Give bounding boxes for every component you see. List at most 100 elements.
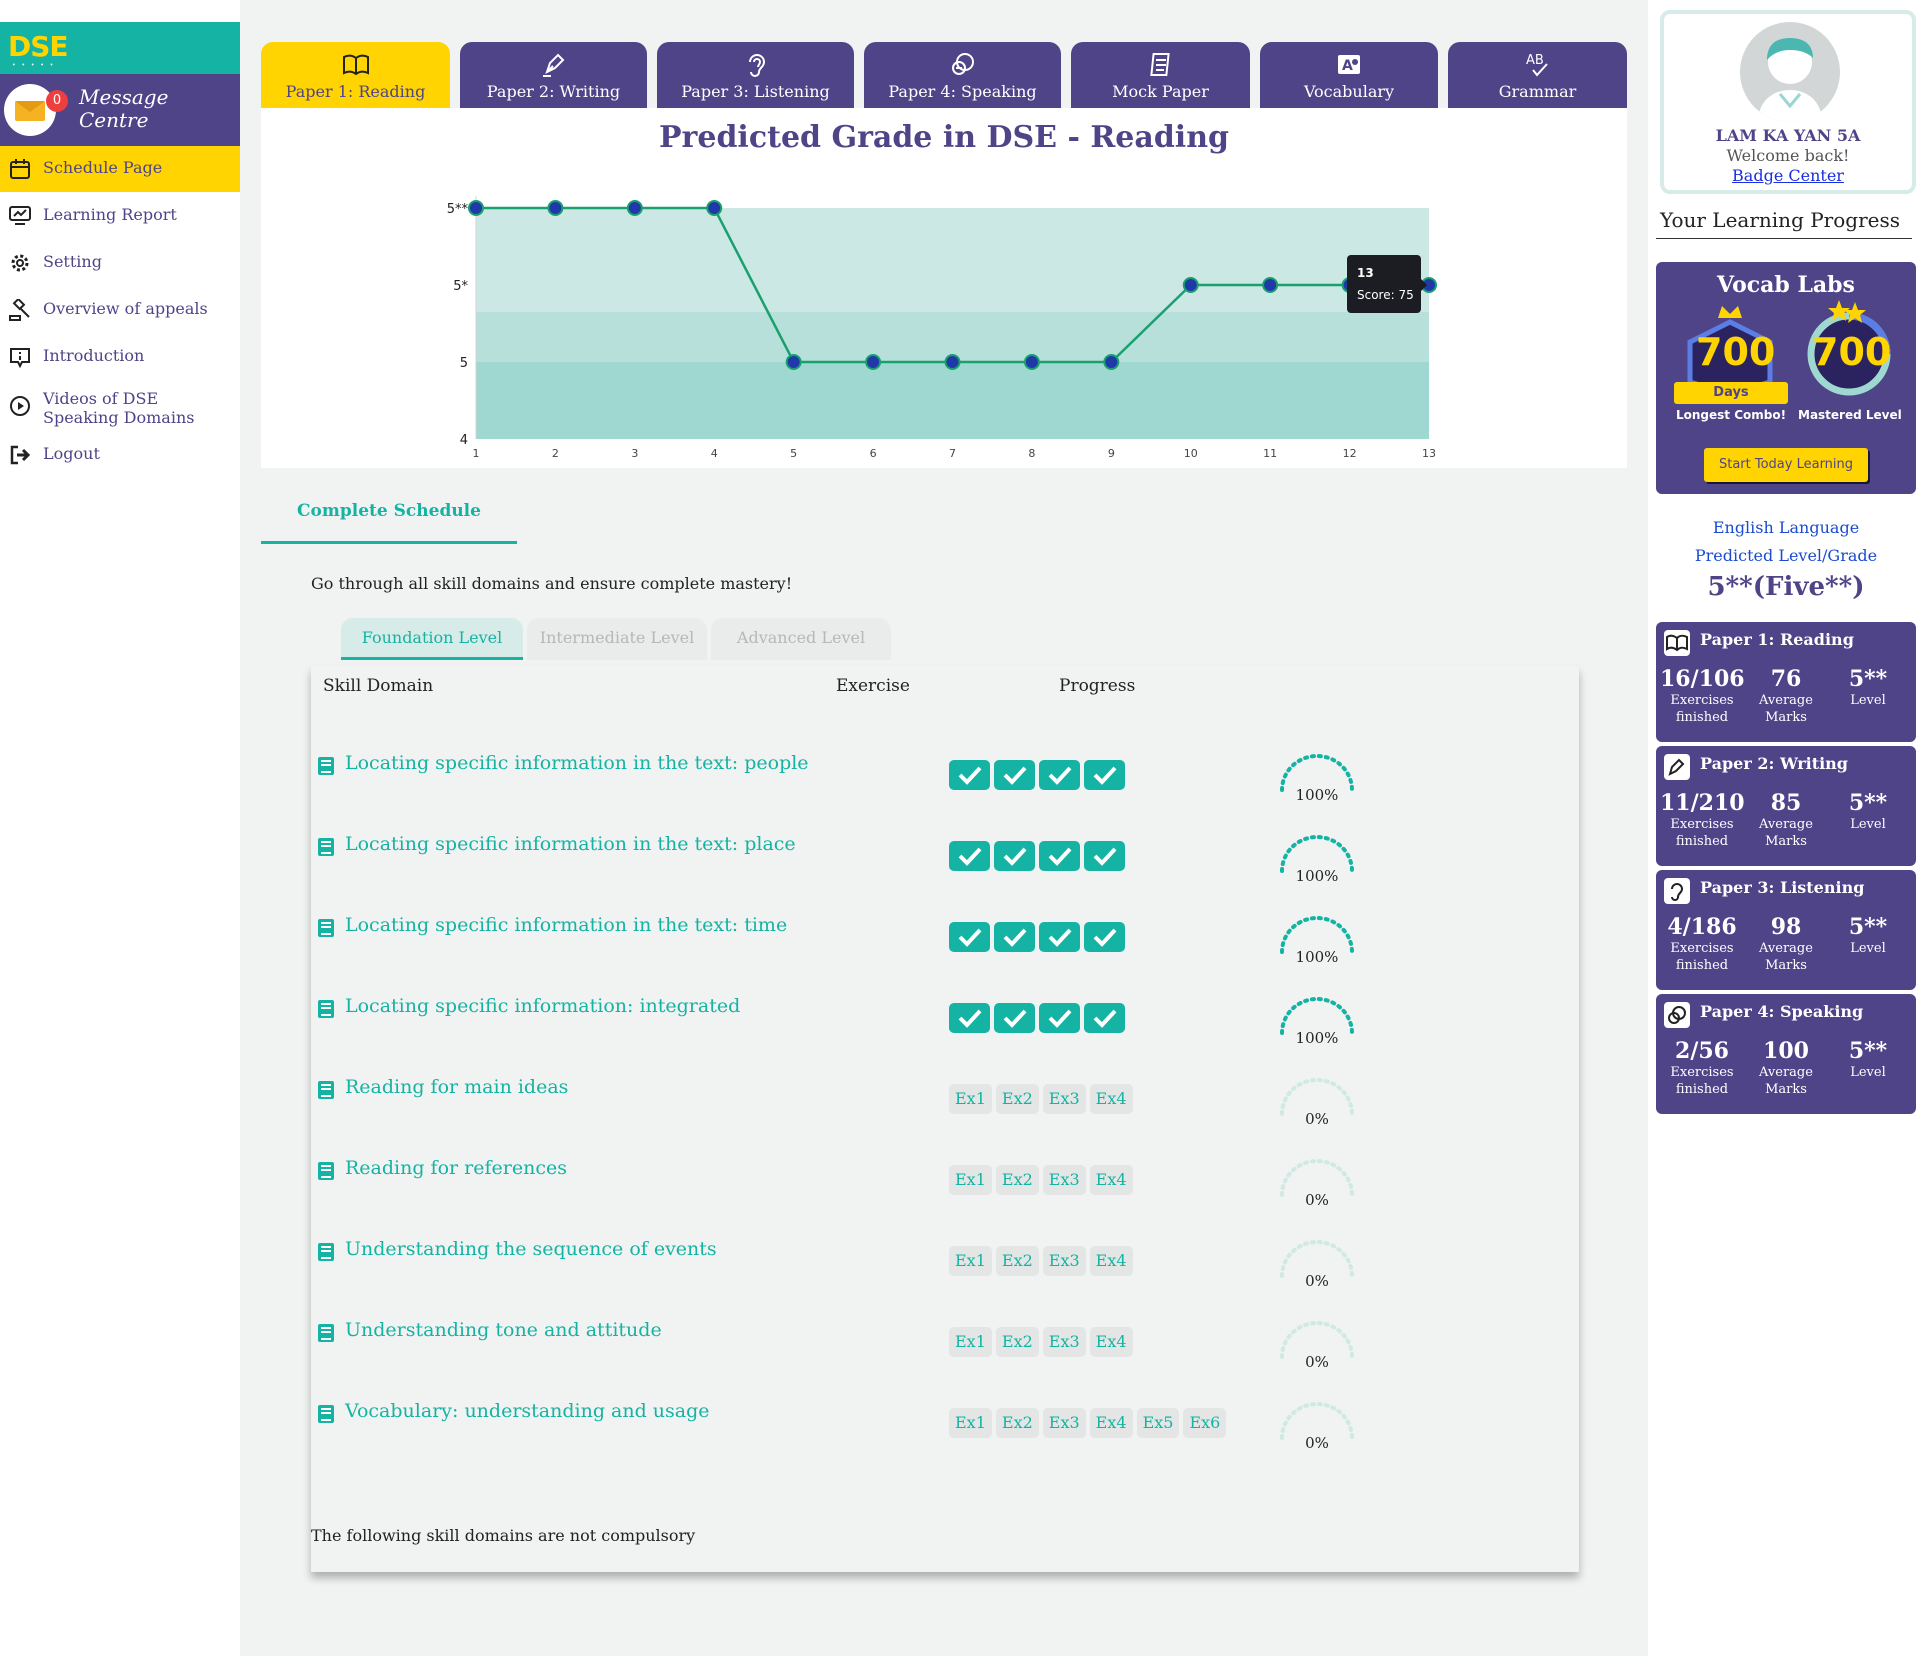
x-tick-label: 13 <box>1422 447 1436 460</box>
badge-center-link[interactable]: Badge Center <box>1664 166 1912 185</box>
report-icon <box>9 206 31 225</box>
data-point <box>706 200 723 216</box>
exercise-complete-button[interactable] <box>949 922 990 952</box>
exercise-complete-button[interactable] <box>994 1003 1035 1033</box>
tab-intermediate-level[interactable]: Intermediate Level <box>527 618 707 660</box>
start-today-learning-button[interactable]: Start Today Learning <box>1704 448 1868 482</box>
predicted-grade-value: 5**(Five**) <box>1707 572 1865 602</box>
combo-value: 700 <box>1696 330 1776 374</box>
pen-icon <box>1664 754 1690 780</box>
check-icon <box>1003 766 1027 785</box>
sidebar-item-videos[interactable]: Videos of DSE Speaking Domains <box>0 389 240 427</box>
exercise-complete-button[interactable] <box>1039 760 1080 790</box>
x-tick-label: 9 <box>1108 447 1115 460</box>
exercises-finished-stat: 11/210 Exercises finished <box>1660 790 1745 849</box>
paper-summary-card[interactable]: Paper 3: Listening 4/186 Exercises finishe… <box>1656 870 1916 990</box>
predicted-grade-label[interactable]: Predicted Level/Grade <box>1656 542 1916 570</box>
exercise-complete-button[interactable] <box>1084 760 1125 790</box>
skill-domain-link[interactable]: Locating specific information in the tex… <box>345 833 796 855</box>
skill-domain-link[interactable]: Locating specific information in the tex… <box>345 914 787 936</box>
sidebar-item-learning-report[interactable]: Learning Report <box>0 205 240 227</box>
envelope-icon <box>4 84 56 136</box>
skill-domain-link[interactable]: Reading for references <box>345 1157 567 1179</box>
exercise-complete-button[interactable] <box>1084 922 1125 952</box>
tab-paper2-writing[interactable]: Paper 2: Writing <box>460 42 647 108</box>
skill-domain-link[interactable]: Understanding the sequence of events <box>345 1238 717 1260</box>
message-centre[interactable]: 0 Message Centre <box>0 74 240 146</box>
exercise-button[interactable]: Ex1 <box>949 1165 992 1195</box>
progress-gauge: 100% <box>1262 752 1372 812</box>
tab-foundation-level[interactable]: Foundation Level <box>341 618 523 660</box>
exercise-complete-button[interactable] <box>1084 841 1125 871</box>
exercise-button[interactable]: Ex2 <box>995 1084 1039 1114</box>
avatar <box>1740 22 1840 122</box>
language-label[interactable]: English Language <box>1656 514 1916 542</box>
right-panel: LAM KA YAN 5A Welcome back! Badge Center… <box>1648 0 1920 1656</box>
exercise-button[interactable]: Ex2 <box>995 1408 1039 1438</box>
exercise-complete-button[interactable] <box>1084 1003 1125 1033</box>
exercise-complete-button[interactable] <box>949 841 990 871</box>
sidebar-item-schedule[interactable]: Schedule Page <box>0 146 240 192</box>
exercise-button[interactable]: Ex4 <box>1089 1165 1133 1195</box>
exercise-complete-button[interactable] <box>1039 922 1080 952</box>
paper-summary-card[interactable]: Paper 1: Reading 16/106 Exercises finished… <box>1656 622 1916 742</box>
language-block: English Language Predicted Level/Grade <box>1656 514 1916 570</box>
schedule-intro: Go through all skill domains and ensure … <box>311 574 793 593</box>
tab-complete-schedule[interactable]: Complete Schedule <box>261 490 517 544</box>
table-row: Understanding the sequence of events Ex1 E… <box>311 1238 1579 1318</box>
exercise-button[interactable]: Ex2 <box>995 1246 1039 1276</box>
tab-paper1-reading[interactable]: Paper 1: Reading <box>261 42 450 108</box>
sidebar-item-logout[interactable]: Logout <box>0 444 240 466</box>
tab-mock-paper[interactable]: Mock Paper <box>1071 42 1250 108</box>
table-row: Locating specific information in the tex… <box>311 833 1579 913</box>
exercise-button[interactable]: Ex5 <box>1136 1408 1180 1438</box>
exercise-list <box>949 760 1129 790</box>
x-tick-label: 6 <box>870 447 877 460</box>
check-icon <box>1003 928 1027 947</box>
exercise-button[interactable]: Ex1 <box>949 1327 992 1357</box>
book-icon <box>342 54 369 76</box>
header-skill-domain: Skill Domain <box>323 676 434 696</box>
exercise-button[interactable]: Ex3 <box>1042 1084 1086 1114</box>
exercise-button[interactable]: Ex2 <box>995 1327 1039 1357</box>
exercise-complete-button[interactable] <box>994 922 1035 952</box>
paper-title: Paper 3: Listening <box>1700 878 1865 897</box>
sidebar-item-setting[interactable]: Setting <box>0 252 240 274</box>
exercise-button[interactable]: Ex6 <box>1183 1408 1227 1438</box>
exercise-complete-button[interactable] <box>1039 1003 1080 1033</box>
skill-domain-link[interactable]: Understanding tone and attitude <box>345 1319 662 1341</box>
tab-vocabulary[interactable]: A Vocabulary <box>1260 42 1438 108</box>
exercise-complete-button[interactable] <box>1039 841 1080 871</box>
exercise-button[interactable]: Ex3 <box>1042 1246 1086 1276</box>
exercise-button[interactable]: Ex3 <box>1042 1408 1086 1438</box>
exercise-button[interactable]: Ex2 <box>995 1165 1039 1195</box>
exercise-button[interactable]: Ex1 <box>949 1246 992 1276</box>
exercises-finished-stat: 16/106 Exercises finished <box>1660 666 1745 725</box>
pen-icon <box>542 53 564 77</box>
exercise-button[interactable]: Ex4 <box>1089 1408 1133 1438</box>
skill-domain-link[interactable]: Reading for main ideas <box>345 1076 568 1098</box>
exercise-button[interactable]: Ex4 <box>1089 1327 1133 1357</box>
exercise-button[interactable]: Ex1 <box>949 1084 992 1114</box>
skill-domain-link[interactable]: Locating specific information in the tex… <box>345 752 809 774</box>
sidebar-item-overview-appeals[interactable]: Overview of appeals <box>0 299 240 321</box>
exercise-button[interactable]: Ex3 <box>1042 1327 1086 1357</box>
tab-grammar[interactable]: AB Grammar <box>1448 42 1627 108</box>
skill-domain-link[interactable]: Vocabulary: understanding and usage <box>345 1400 710 1422</box>
exercise-complete-button[interactable] <box>949 760 990 790</box>
paper-summary-card[interactable]: Paper 4: Speaking 2/56 Exercises finished 1… <box>1656 994 1916 1114</box>
exercise-button[interactable]: Ex4 <box>1089 1246 1133 1276</box>
exercise-complete-button[interactable] <box>994 841 1035 871</box>
exercise-button[interactable]: Ex1 <box>949 1408 992 1438</box>
sidebar-item-introduction[interactable]: Introduction <box>0 346 240 368</box>
tab-advanced-level[interactable]: Advanced Level <box>711 618 891 660</box>
tab-paper4-speaking[interactable]: Paper 4: Speaking <box>864 42 1061 108</box>
dse-logo[interactable]: DSE <box>8 30 69 63</box>
exercise-complete-button[interactable] <box>994 760 1035 790</box>
skill-domain-link[interactable]: Locating specific information: integrate… <box>345 995 740 1017</box>
paper-summary-card[interactable]: Paper 2: Writing 11/210 Exercises finished… <box>1656 746 1916 866</box>
exercise-button[interactable]: Ex3 <box>1042 1165 1086 1195</box>
exercise-complete-button[interactable] <box>949 1003 990 1033</box>
tab-paper3-listening[interactable]: Paper 3: Listening <box>657 42 854 108</box>
exercise-button[interactable]: Ex4 <box>1089 1084 1133 1114</box>
